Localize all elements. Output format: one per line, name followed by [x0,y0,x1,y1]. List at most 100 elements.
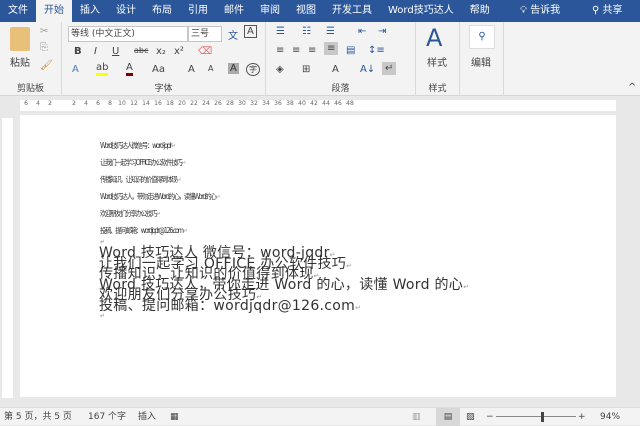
macro-record-icon[interactable]: ▦ [170,408,179,426]
insert-mode[interactable]: 插入 [138,408,156,426]
highlight-icon[interactable]: ab [96,62,109,76]
font-name-select[interactable]: 等线 (中文正文) [68,26,188,42]
decrease-indent-icon[interactable]: ⇤ [358,26,366,37]
web-layout-icon[interactable]: ▧ [466,408,475,426]
print-layout-icon[interactable]: ▤ [436,408,460,426]
line-text: Word技巧达人微信号：word-jqdr [100,141,172,150]
small-text-line[interactable]: 传播知识，让知识的价值得到体现↵ [100,174,182,185]
tell-me-label: 告诉我 [530,5,561,16]
horizontal-ruler[interactable]: 6 4 2 2 4 6 8 10 12 14 16 18 20 22 24 26 28 30 32 34 36 38 40 4… [0,98,640,113]
strikethrough-button[interactable]: abc [134,46,148,55]
clear-formatting-icon[interactable]: ⌫ [198,46,212,57]
align-right-icon[interactable]: ≡ [308,45,316,56]
large-text-line[interactable]: 投稿、提问邮箱：wordjqdr@126.com↵ [99,299,361,314]
chinese-layout-icon[interactable]: A [332,64,339,75]
tab-file[interactable]: 文件 [0,0,36,22]
cut-icon[interactable]: ✂ [40,26,48,37]
ruler-tick: 2 [48,100,52,107]
small-text-line[interactable]: 投稿、提问邮箱：wordjqdr@126.com↵ [100,225,188,236]
show-marks-icon[interactable]: ↵ [382,62,397,75]
align-left-icon[interactable]: ≡ [276,45,284,56]
line-text: 投稿、提问邮箱：wordjqdr@126.com [100,226,184,235]
small-text-line[interactable]: Word技巧达人，带你走进Word的心，读懂Word的心↵ [100,191,221,202]
search-icon[interactable]: ⚲ [469,25,495,49]
zoom-in-button[interactable]: + [578,408,586,426]
shading-icon[interactable]: ◈ [276,64,284,75]
ruler-tick: 6 [24,100,28,107]
collapse-ribbon-icon[interactable]: ^ [628,82,636,93]
shrink-font-button[interactable]: A [208,64,213,73]
paste-icon[interactable] [10,27,30,51]
ruler-tick: 36 [274,100,282,107]
font-size-select[interactable]: 三号 [188,26,222,42]
subscript-button[interactable]: x₂ [156,46,166,57]
zoom-out-button[interactable]: − [486,408,494,426]
tab-insert[interactable]: 插入 [72,0,108,22]
tab-word-tips[interactable]: Word技巧达人 [380,0,462,22]
superscript-button[interactable]: x² [174,46,184,57]
zoom-slider-thumb[interactable] [541,412,545,422]
copy-icon[interactable]: ⎘ [40,42,48,53]
editing-group: ⚲ 编辑 [460,22,504,96]
line-spacing-icon[interactable]: ↕≡ [368,45,385,56]
multilevel-list-icon[interactable]: ☰ [326,26,335,37]
zoom-slider[interactable] [496,416,576,417]
zoom-level[interactable]: 94% [600,408,620,426]
italic-button[interactable]: I [94,46,97,57]
tab-developer[interactable]: 开发工具 [324,0,380,22]
ruler-tick: 14 [142,100,150,107]
share-button[interactable]: ⚲ 共享 [592,0,623,22]
tab-mailings[interactable]: 邮件 [216,0,252,22]
align-center-icon[interactable]: ≡ [292,45,300,56]
paragraph-mark: ↵ [463,282,470,291]
paragraph-mark: ↵ [156,210,161,218]
character-shading-icon[interactable]: A [228,63,239,74]
tab-references[interactable]: 引用 [180,0,216,22]
small-text-line[interactable]: 让我们一起学习OFFICE办公软件技巧↵ [100,157,186,168]
line-text: 传播知识，让知识的价值得到体现 [100,175,178,184]
styles-icon[interactable]: A [426,24,442,52]
borders-icon[interactable]: ⊞ [302,64,310,75]
text-effects-icon[interactable]: A [72,64,79,75]
sort-icon[interactable]: A↓ [360,64,375,75]
line-text: 欢迎朋友们分享办公技巧 [100,209,157,218]
increase-indent-icon[interactable]: ⇥ [378,26,386,37]
ruler-tick: 16 [154,100,162,107]
editing-button[interactable]: 编辑 [471,54,491,69]
distributed-icon[interactable]: ▤ [346,45,355,56]
styles-group: A 样式 样式 [416,22,460,96]
underline-button[interactable]: U [112,46,119,57]
enclose-characters-icon[interactable]: 字 [246,63,260,76]
page-count[interactable]: 第 5 页，共 5 页 [4,408,72,426]
bold-button[interactable]: B [74,46,82,57]
styles-button[interactable]: 样式 [427,54,447,69]
change-case-button[interactable]: Aa [152,64,165,75]
small-text-line[interactable]: 欢迎朋友们分享办公技巧↵ [100,208,161,219]
bullets-icon[interactable]: ☰ [276,26,285,37]
tab-design[interactable]: 设计 [108,0,144,22]
vertical-ruler[interactable] [2,118,13,398]
format-painter-icon[interactable]: 🖌︎ [40,60,53,71]
font-color-icon[interactable]: A [126,62,133,76]
small-text-line[interactable]: Word技巧达人微信号：word-jqdr↵ [100,140,176,151]
tell-me-button[interactable]: 💡︎ 告诉我 [520,0,560,22]
line-text: Word技巧达人，带你走进Word的心，读懂Word的心 [100,192,217,201]
ruler-tick [56,100,68,111]
character-border-icon[interactable]: A [244,25,257,38]
tab-view[interactable]: 视图 [288,0,324,22]
ruler-ticks: 6 4 2 2 4 6 8 10 12 14 16 18 20 22 24 26 28 30 32 34 36 38 40 4… [20,100,616,111]
tab-layout[interactable]: 布局 [144,0,180,22]
share-label: 共享 [602,5,623,16]
paragraph-mark: ↵ [182,227,188,235]
word-count[interactable]: 167 个字 [88,408,126,426]
read-mode-icon[interactable]: ▥ [412,408,421,426]
tab-home[interactable]: 开始 [36,0,72,22]
justify-icon[interactable]: ≡ [324,42,339,55]
ruler-tick: 40 [298,100,306,107]
tab-help[interactable]: 帮助 [462,0,498,22]
tab-review[interactable]: 审阅 [252,0,288,22]
grow-font-button[interactable]: A [188,64,195,75]
paste-button[interactable]: 粘贴 [10,54,30,69]
phonetic-guide-icon[interactable]: 文 [228,27,238,42]
numbering-icon[interactable]: ☷ [302,26,311,37]
